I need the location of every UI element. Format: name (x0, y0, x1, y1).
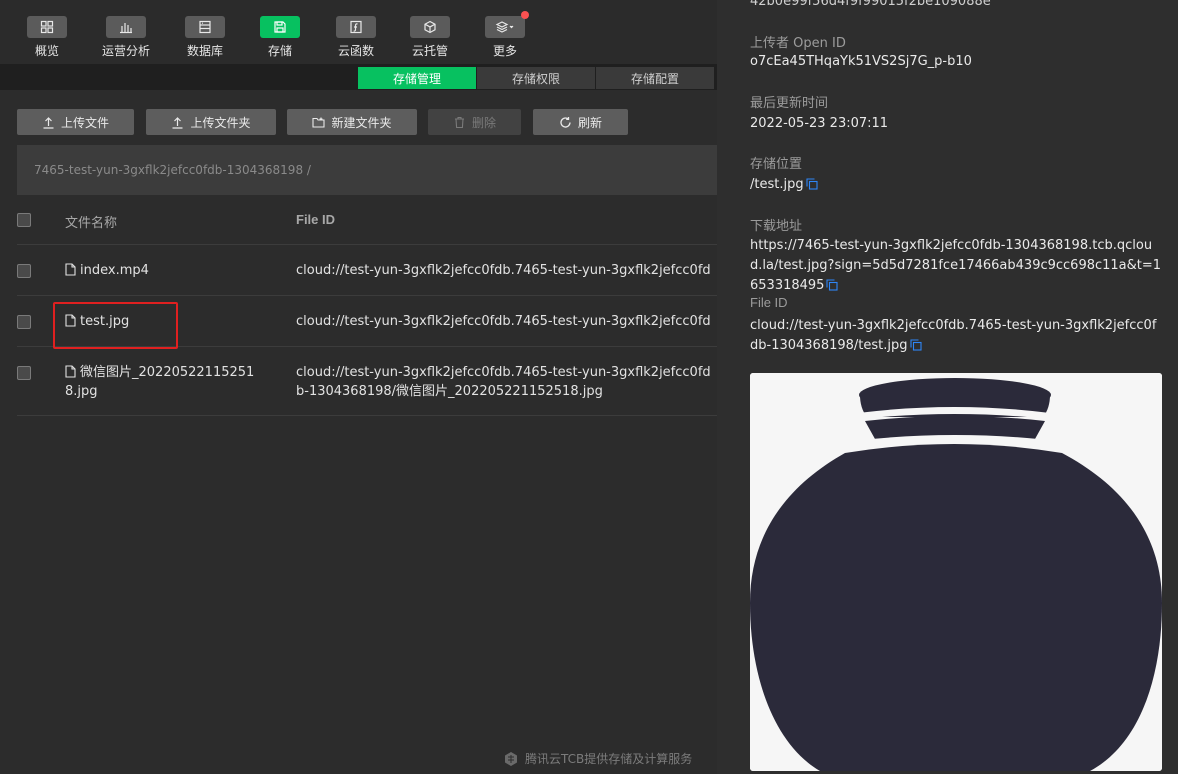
upload-icon (43, 116, 54, 129)
top-nav: 概览 运营分析 数据库 存储 云函数 云托管 更多 (0, 0, 717, 64)
file-icon (65, 365, 76, 378)
file-name-cell[interactable]: 微信图片_202205221152518.jpg (65, 363, 263, 401)
cube-icon (410, 16, 450, 38)
folder-icon (312, 117, 326, 128)
copy-icon[interactable] (909, 339, 922, 351)
upload-icon (172, 116, 183, 129)
upload-file-button[interactable]: 上传文件 (17, 109, 134, 135)
table-row[interactable]: 微信图片_202205221152518.jpg cloud://test-yu… (17, 347, 717, 416)
tab-storage-permission[interactable]: 存储权限 (477, 67, 595, 89)
trash-icon (454, 116, 464, 128)
file-name: index.mp4 (80, 263, 149, 278)
file-id-cell: cloud://test-yun-3gxflk2jefcc0fdb.7465-t… (296, 314, 711, 329)
row-checkbox[interactable] (17, 315, 31, 329)
column-header-file-id: File ID (296, 212, 336, 227)
footer-text: 腾讯云TCB提供存储及计算服务 (525, 752, 693, 766)
nav-label: 运营分析 (101, 44, 150, 58)
uploader-label: 上传者 Open ID (750, 36, 846, 51)
cloud-function-icon (336, 16, 376, 38)
breadcrumb-path[interactable]: 7465-test-yun-3gxflk2jefcc0fdb-130436819… (34, 163, 311, 177)
row-checkbox[interactable] (17, 366, 31, 380)
storage-location-value: /test.jpg (750, 175, 1162, 195)
file-table: 文件名称 File ID index.mp4 cloud://test-yun-… (17, 195, 717, 416)
file-id-cell: cloud://test-yun-3gxflk2jefcc0fdb.7465-t… (296, 263, 711, 278)
table-row[interactable]: test.jpg cloud://test-yun-3gxflk2jefcc0f… (17, 296, 717, 349)
nav-item-analytics[interactable]: 运营分析 (86, 16, 166, 59)
delete-button[interactable]: 删除 (428, 109, 521, 135)
file-id-value: cloud://test-yun-3gxflk2jefcc0fdb.7465-t… (750, 316, 1162, 356)
database-icon (185, 16, 225, 38)
storage-location-label: 存储位置 (750, 157, 803, 172)
storage-icon (260, 16, 300, 38)
refresh-icon (560, 116, 571, 128)
copy-icon[interactable] (826, 279, 839, 291)
file-id-text: cloud://test-yun-3gxflk2jefcc0fdb.7465-t… (750, 318, 1157, 353)
refresh-button[interactable]: 刷新 (533, 109, 628, 135)
overview-grid-icon (27, 16, 67, 38)
nav-label: 概览 (34, 44, 59, 58)
notification-dot (521, 11, 529, 19)
storage-location-text: /test.jpg (750, 177, 804, 192)
bar-chart-icon (106, 16, 146, 38)
highlight-box (53, 302, 178, 349)
refresh-label: 刷新 (577, 115, 602, 130)
nav-item-database[interactable]: 数据库 (165, 16, 245, 59)
nav-item-cloud-function[interactable]: 云函数 (316, 16, 396, 59)
upload-folder-label: 上传文件夹 (190, 115, 251, 130)
select-all-checkbox[interactable] (17, 213, 31, 227)
tab-storage-management[interactable]: 存储管理 (358, 67, 476, 89)
table-header: 文件名称 File ID (17, 195, 717, 245)
tab-storage-config[interactable]: 存储配置 (596, 67, 714, 89)
row-checkbox[interactable] (17, 264, 31, 278)
updated-time-value: 2022-05-23 23:07:11 (750, 116, 889, 131)
download-url-text[interactable]: https://7465-test-yun-3gxflk2jefcc0fdb-1… (750, 238, 1161, 293)
nav-item-overview[interactable]: 概览 (7, 16, 87, 59)
breadcrumb: 7465-test-yun-3gxflk2jefcc0fdb-130436819… (17, 145, 717, 195)
download-url-label: 下载地址 (750, 219, 803, 234)
nav-item-more[interactable]: 更多 (465, 11, 545, 59)
column-header-name: 文件名称 (65, 216, 118, 231)
nav-label: 存储 (267, 44, 292, 58)
file-id-label: File ID (750, 295, 788, 310)
upload-file-label: 上传文件 (60, 115, 109, 130)
file-detail-panel: 42b0e99f56d4f9f99015f2be109088e 上传者 Open… (717, 0, 1178, 774)
new-folder-label: 新建文件夹 (331, 115, 392, 130)
image-preview (750, 373, 1162, 771)
jar-image (750, 373, 1162, 771)
nav-label: 更多 (492, 44, 517, 58)
table-row[interactable]: index.mp4 cloud://test-yun-3gxflk2jefcc0… (17, 245, 717, 296)
layers-dropdown-icon (485, 11, 529, 38)
uploader-value: o7cEa45THqaYk51VS2Sj7G_p-b10 (750, 54, 972, 69)
nav-label: 云托管 (411, 44, 448, 58)
upload-folder-button[interactable]: 上传文件夹 (146, 109, 276, 135)
copy-icon[interactable] (806, 178, 818, 190)
delete-label: 删除 (471, 115, 496, 130)
nav-item-storage[interactable]: 存储 (240, 16, 320, 59)
download-url-value: https://7465-test-yun-3gxflk2jefcc0fdb-1… (750, 236, 1162, 296)
file-name: 微信图片_202205221152518.jpg (65, 365, 255, 399)
new-folder-button[interactable]: 新建文件夹 (287, 109, 417, 135)
updated-time-label: 最后更新时间 (750, 96, 829, 111)
tencent-cloud-logo-icon (505, 751, 517, 766)
nav-label: 云函数 (337, 44, 374, 58)
nav-item-cloud-hosting[interactable]: 云托管 (390, 16, 470, 59)
file-name-cell[interactable]: index.mp4 (65, 261, 265, 280)
truncated-value: 42b0e99f56d4f9f99015f2be109088e (750, 0, 991, 9)
footer: 腾讯云TCB提供存储及计算服务 (503, 750, 692, 767)
file-id-cell: cloud://test-yun-3gxflk2jefcc0fdb.7465-t… (296, 365, 711, 399)
nav-label: 数据库 (186, 44, 223, 58)
file-icon (65, 263, 76, 276)
